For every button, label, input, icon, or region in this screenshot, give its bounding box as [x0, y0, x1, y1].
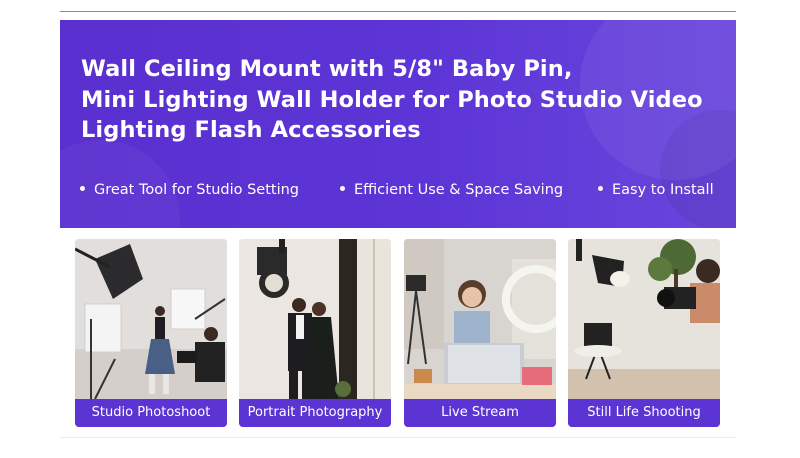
use-case-card-studio-photoshoot: Studio Photoshoot — [75, 239, 227, 427]
feature-label: Efficient Use & Space Saving — [354, 182, 564, 198]
bullet-icon — [598, 185, 603, 191]
card-caption: Still Life Shooting — [568, 399, 720, 427]
feature-list: Great Tool for Studio Setting Efficient … — [80, 179, 736, 201]
live-stream-illustration — [404, 239, 556, 399]
card-caption: Live Stream — [404, 399, 556, 427]
product-title-line-1: Wall Ceiling Mount with 5/8" Baby Pin, — [81, 56, 573, 82]
product-title-line-3: Lighting Flash Accessories — [81, 117, 421, 143]
product-banner: Wall Ceiling Mount with 5/8" Baby Pin, M… — [60, 20, 736, 228]
bottom-divider — [60, 437, 736, 438]
use-case-card-live-stream: Live Stream — [404, 239, 556, 427]
product-title-line-2: Mini Lighting Wall Holder for Photo Stud… — [81, 86, 703, 113]
studio-photoshoot-illustration — [75, 239, 227, 399]
still-life-shooting-image — [568, 239, 720, 399]
feature-item: Great Tool for Studio Setting — [80, 179, 299, 201]
feature-label: Easy to Install — [612, 182, 714, 198]
card-caption: Portrait Photography — [239, 399, 391, 427]
bullet-icon — [340, 185, 345, 191]
feature-label: Great Tool for Studio Setting — [94, 182, 300, 198]
portrait-photography-illustration — [239, 239, 391, 399]
live-stream-image — [404, 239, 556, 399]
bullet-icon — [80, 185, 85, 191]
use-case-card-still-life-shooting: Still Life Shooting — [568, 239, 720, 427]
card-caption: Studio Photoshoot — [75, 399, 227, 427]
portrait-photography-image — [239, 239, 391, 399]
studio-photoshoot-image — [75, 239, 227, 399]
feature-item: Easy to Install — [598, 179, 714, 201]
feature-item: Efficient Use & Space Saving — [340, 179, 563, 201]
still-life-shooting-illustration — [568, 239, 720, 399]
product-title: Wall Ceiling Mount with 5/8" Baby Pin, M… — [81, 54, 731, 146]
use-case-card-portrait-photography: Portrait Photography — [239, 239, 391, 427]
top-divider — [60, 11, 736, 12]
